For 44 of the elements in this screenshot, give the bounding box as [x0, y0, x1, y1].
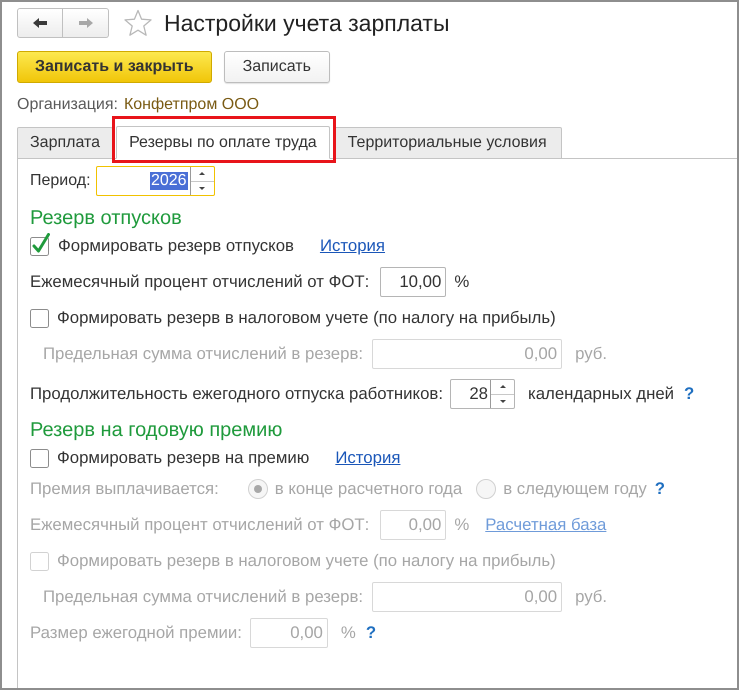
section-heading: Резерв на годовую премию [30, 418, 284, 443]
unit-label: % [454, 515, 470, 535]
field-label: Предельная сумма отчислений в резерв: [43, 587, 364, 607]
spin-up-icon[interactable] [500, 385, 506, 388]
field-label: Ежемесячный процент отчислений от ФОТ: [30, 515, 370, 535]
checkbox-label: Формировать резерв на премию [57, 448, 310, 468]
section-heading: Резерв отпусков [30, 206, 183, 231]
percent-field[interactable]: 10,00 [380, 267, 446, 297]
checkbox-label: Формировать резерв в налоговом учете (по налогу на прибыль) [57, 308, 556, 328]
text-link[interactable]: История [320, 236, 386, 256]
spin-down-icon[interactable] [500, 400, 506, 403]
checkbox[interactable] [30, 232, 50, 256]
unit-label: % [340, 623, 356, 643]
radio-label: в следующем году [503, 479, 647, 499]
save-and-close-button[interactable]: Записать и закрыть [17, 51, 212, 83]
tab[interactable]: Резервы по оплате труда [116, 126, 330, 159]
organization-value[interactable]: Конфетпром ООО [124, 96, 260, 114]
back-button[interactable] [17, 8, 63, 38]
field-label: Размер ежегодной премии: [30, 623, 242, 643]
year-spin-field[interactable]: 2026 [96, 166, 215, 196]
star-icon[interactable] [123, 9, 153, 37]
text-link[interactable]: История [335, 448, 400, 468]
checkbox[interactable] [30, 448, 49, 468]
window-title: Настройки учета зарплаты [164, 10, 450, 36]
unit-label: календарных дней [528, 384, 674, 404]
radio-label: в конце расчетного года [274, 479, 462, 499]
field-label: Ежемесячный процент отчислений от ФОТ: [30, 272, 370, 292]
organization-label: Организация: [17, 96, 118, 114]
unit-label: % [454, 272, 470, 292]
checkbox-label: Формировать резерв отпусков [58, 236, 294, 256]
field-label: Предельная сумма отчислений в резерв: [43, 344, 364, 364]
field-label: Премия выплачивается: [30, 479, 219, 499]
help-link[interactable]: ? [684, 384, 694, 404]
checkbox-label: Формировать резерв в налоговом учете (по налогу на прибыль) [57, 551, 556, 571]
checkbox[interactable] [30, 308, 49, 328]
spin-up-icon[interactable] [199, 172, 206, 176]
tab[interactable]: Зарплата [17, 127, 114, 159]
field-label: Продолжительность ежегодного отпуска работников: [30, 384, 443, 404]
unit-label: руб. [575, 344, 608, 364]
spin-down-icon[interactable] [199, 186, 206, 190]
number-spin-field[interactable]: 28 [450, 379, 515, 409]
save-button[interactable]: Записать [224, 51, 330, 83]
field-label: Период: [30, 172, 91, 190]
unit-label: руб. [575, 587, 608, 607]
